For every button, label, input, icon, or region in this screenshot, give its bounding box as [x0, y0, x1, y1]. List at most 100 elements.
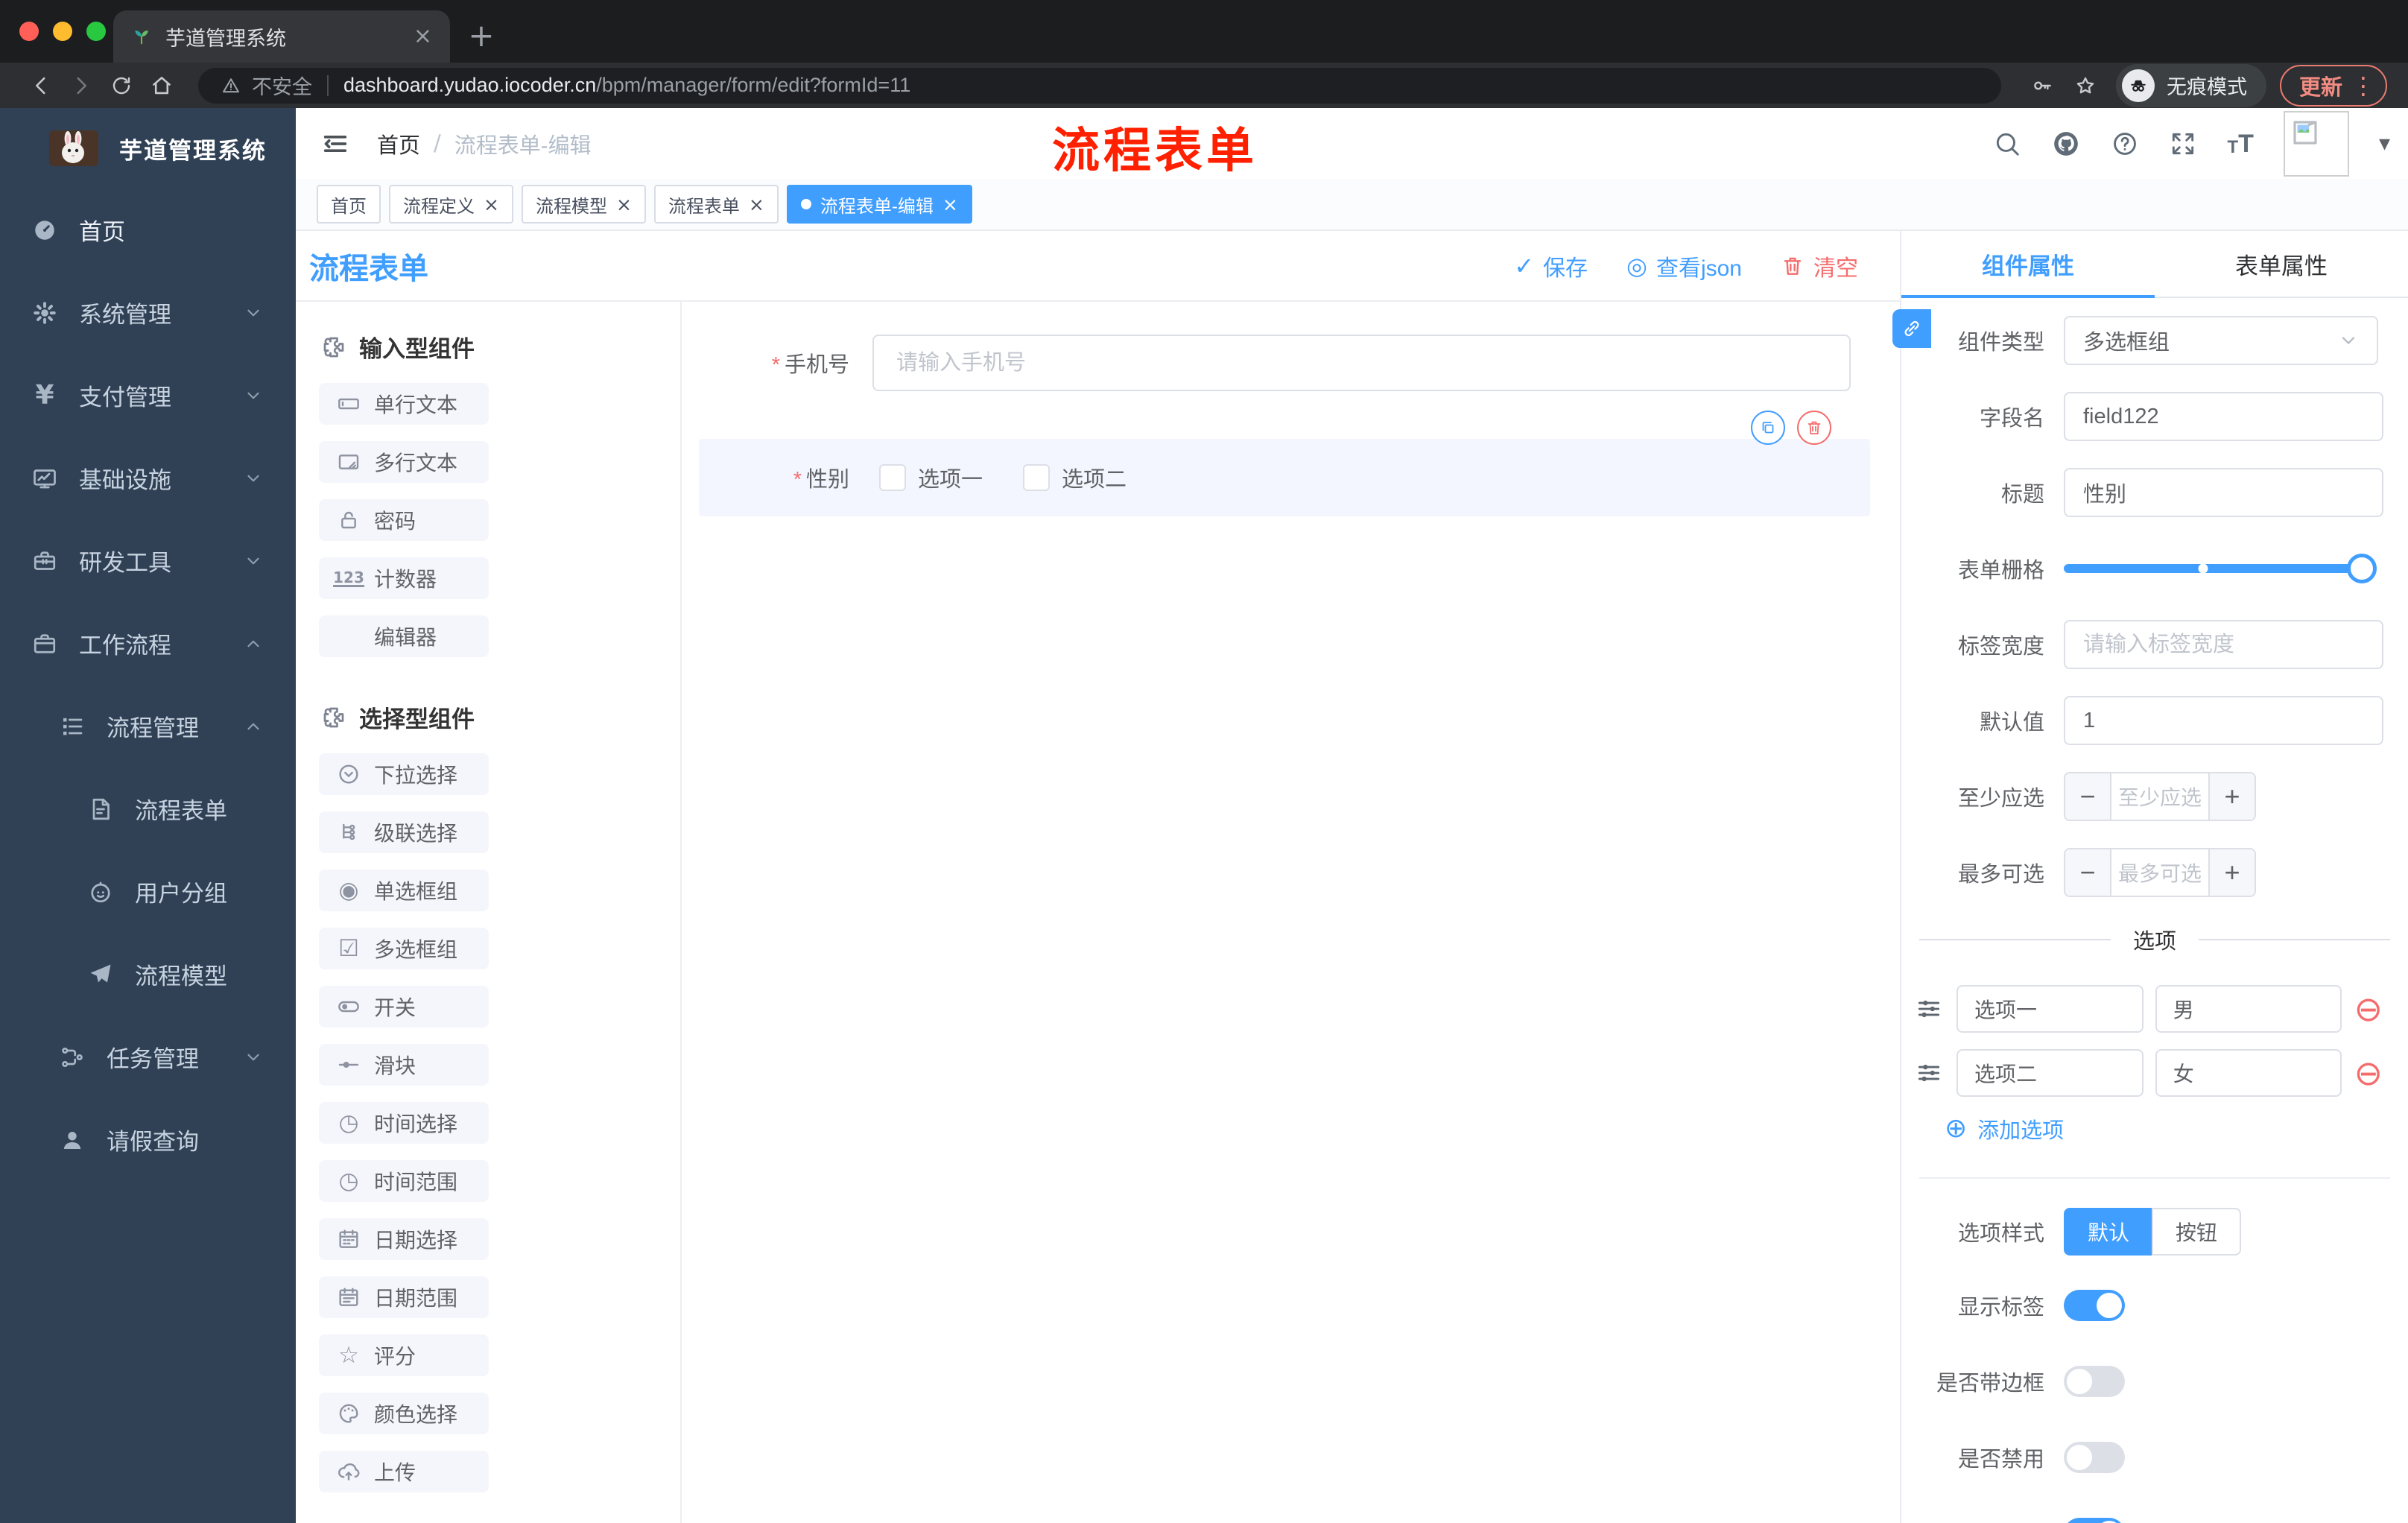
search-icon[interactable]	[1993, 130, 2021, 158]
field-name-input[interactable]	[2064, 392, 2383, 441]
phone-input[interactable]	[872, 335, 1851, 391]
clear-button[interactable]: 清空	[1781, 250, 1858, 282]
palette-item-multi-text[interactable]: 多行文本	[319, 441, 489, 483]
panel-handle-link-icon[interactable]	[1892, 309, 1931, 348]
tab-form-props[interactable]: 表单属性	[2155, 231, 2408, 297]
palette-item-date-picker[interactable]: 日期选择	[319, 1218, 489, 1260]
duplicate-field-button[interactable]	[1751, 411, 1785, 445]
drag-handle-icon[interactable]	[1915, 1059, 1945, 1087]
new-tab-button[interactable]: +	[460, 15, 502, 57]
sidebar-item-workflow[interactable]: 工作流程	[0, 602, 296, 685]
forward-button[interactable]	[61, 66, 101, 106]
remove-option-icon[interactable]: ⊖	[2354, 1056, 2383, 1090]
close-icon[interactable]: ×	[616, 195, 632, 214]
palette-item-editor[interactable]: 编辑器	[319, 615, 489, 657]
font-size-icon[interactable]: TT	[2227, 131, 2253, 156]
save-button[interactable]: ✓ 保存	[1514, 250, 1588, 282]
palette-item-slider[interactable]: 滑块	[319, 1044, 489, 1086]
sidebar-item-process-mgmt[interactable]: 流程管理	[0, 685, 296, 767]
route-tab-process-form-edit[interactable]: 流程表单-编辑 ×	[786, 185, 972, 224]
fullscreen-icon[interactable]	[2169, 130, 2197, 158]
avatar[interactable]	[2283, 110, 2349, 177]
address-bar[interactable]: 不安全 dashboard.yudao.iocoder.cn /bpm/mana…	[198, 67, 2001, 104]
palette-item-color-picker[interactable]: 颜色选择	[319, 1393, 489, 1434]
tab-component-props[interactable]: 组件属性	[1901, 231, 2155, 298]
minimize-window-button[interactable]	[53, 22, 72, 41]
route-tab-process-model[interactable]: 流程模型 ×	[521, 185, 646, 224]
required-toggle[interactable]	[2064, 1518, 2125, 1523]
sidebar-item-system[interactable]: 系统管理	[0, 271, 296, 354]
title-input[interactable]	[2064, 468, 2383, 517]
back-button[interactable]	[21, 66, 61, 106]
sidebar-item-leave-query[interactable]: 请假查询	[0, 1098, 296, 1181]
checkbox[interactable]	[1023, 464, 1051, 491]
default-value-input[interactable]	[2064, 696, 2383, 745]
sidebar-item-infra[interactable]: 基础设施	[0, 437, 296, 519]
add-option-button[interactable]: ⊕ 添加选项	[1945, 1113, 2408, 1144]
style-button-button[interactable]: 按钮	[2152, 1208, 2242, 1256]
decrement-button[interactable]: −	[2065, 773, 2111, 820]
palette-item-dropdown[interactable]: 下拉选择	[319, 753, 489, 795]
decrement-button[interactable]: −	[2065, 849, 2111, 896]
min-select-value[interactable]: 至少应选	[2111, 773, 2208, 820]
palette-item-cascade[interactable]: 级联选择	[319, 811, 489, 853]
tab-close-icon[interactable]: ×	[414, 25, 432, 48]
palette-item-time-range[interactable]: ◷ 时间范围	[319, 1160, 489, 1202]
close-icon[interactable]: ×	[749, 195, 764, 214]
option-value-input[interactable]	[2155, 985, 2342, 1033]
increment-button[interactable]: +	[2208, 773, 2255, 820]
sidebar-item-payment[interactable]: ¥ 支付管理	[0, 354, 296, 437]
chrome-update-button[interactable]: 更新 ⋮	[2279, 64, 2387, 107]
option-value-input[interactable]	[2155, 1049, 2342, 1097]
bookmark-star-icon[interactable]	[2067, 67, 2104, 104]
component-type-select[interactable]: 多选框组	[2064, 316, 2378, 365]
sidebar-item-process-model[interactable]: 流程模型	[0, 933, 296, 1016]
sidebar-item-devtools[interactable]: 研发工具	[0, 519, 296, 602]
reload-button[interactable]	[101, 66, 142, 106]
drag-handle-icon[interactable]	[1915, 995, 1945, 1023]
max-select-value[interactable]: 最多可选	[2111, 849, 2208, 896]
collapse-sidebar-icon[interactable]	[320, 129, 350, 159]
slider-knob[interactable]	[2347, 554, 2377, 583]
close-icon[interactable]: ×	[942, 195, 958, 214]
style-default-button[interactable]: 默认	[2064, 1208, 2152, 1256]
delete-field-button[interactable]	[1797, 411, 1831, 445]
checkbox[interactable]	[879, 464, 906, 491]
route-tab-process-form[interactable]: 流程表单 ×	[653, 185, 779, 224]
disabled-toggle[interactable]	[2064, 1442, 2125, 1473]
label-width-input[interactable]	[2064, 620, 2383, 669]
show-label-toggle[interactable]	[2064, 1290, 2125, 1321]
canvas-field-phone[interactable]: * 手机号	[699, 335, 1851, 391]
palette-item-time-picker[interactable]: ◷ 时间选择	[319, 1102, 489, 1144]
palette-item-rate[interactable]: ☆ 评分	[319, 1334, 489, 1376]
route-tab-home[interactable]: 首页	[317, 185, 381, 224]
browser-tab[interactable]: 芋道管理系统 ×	[113, 10, 450, 63]
gender-option-2[interactable]: 选项二	[1023, 462, 1127, 493]
palette-item-single-text[interactable]: 单行文本	[319, 383, 489, 425]
close-window-button[interactable]	[19, 22, 39, 41]
security-warning-icon[interactable]	[221, 75, 241, 96]
route-tab-process-def[interactable]: 流程定义 ×	[389, 185, 513, 224]
zoom-window-button[interactable]	[86, 22, 106, 41]
close-icon[interactable]: ×	[484, 195, 499, 214]
gender-option-1[interactable]: 选项一	[879, 462, 983, 493]
browser-menu-icon[interactable]: ⋮	[2351, 74, 2375, 98]
grid-slider[interactable]	[2064, 554, 2377, 583]
breadcrumb-home[interactable]: 首页	[377, 128, 420, 159]
palette-item-password[interactable]: 密码	[319, 499, 489, 541]
sidebar-item-task-mgmt[interactable]: 任务管理	[0, 1016, 296, 1098]
palette-item-switch[interactable]: 开关	[319, 986, 489, 1028]
palette-item-counter[interactable]: 123 计数器	[319, 557, 489, 599]
option-label-input[interactable]	[1956, 985, 2144, 1033]
remove-option-icon[interactable]: ⊖	[2354, 992, 2383, 1026]
window-controls[interactable]	[19, 22, 106, 41]
option-label-input[interactable]	[1956, 1049, 2144, 1097]
palette-item-radio-group[interactable]: ◉ 单选框组	[319, 870, 489, 911]
password-key-icon[interactable]	[2024, 67, 2061, 104]
avatar-caret-icon[interactable]: ▾	[2379, 132, 2390, 155]
form-canvas[interactable]: *手机号 *性别	[682, 302, 1900, 1523]
sidebar-item-process-form[interactable]: 流程表单	[0, 767, 296, 850]
view-json-button[interactable]: ◎ 查看json	[1626, 250, 1742, 282]
border-toggle[interactable]	[2064, 1366, 2125, 1397]
palette-item-upload[interactable]: 上传	[319, 1451, 489, 1492]
